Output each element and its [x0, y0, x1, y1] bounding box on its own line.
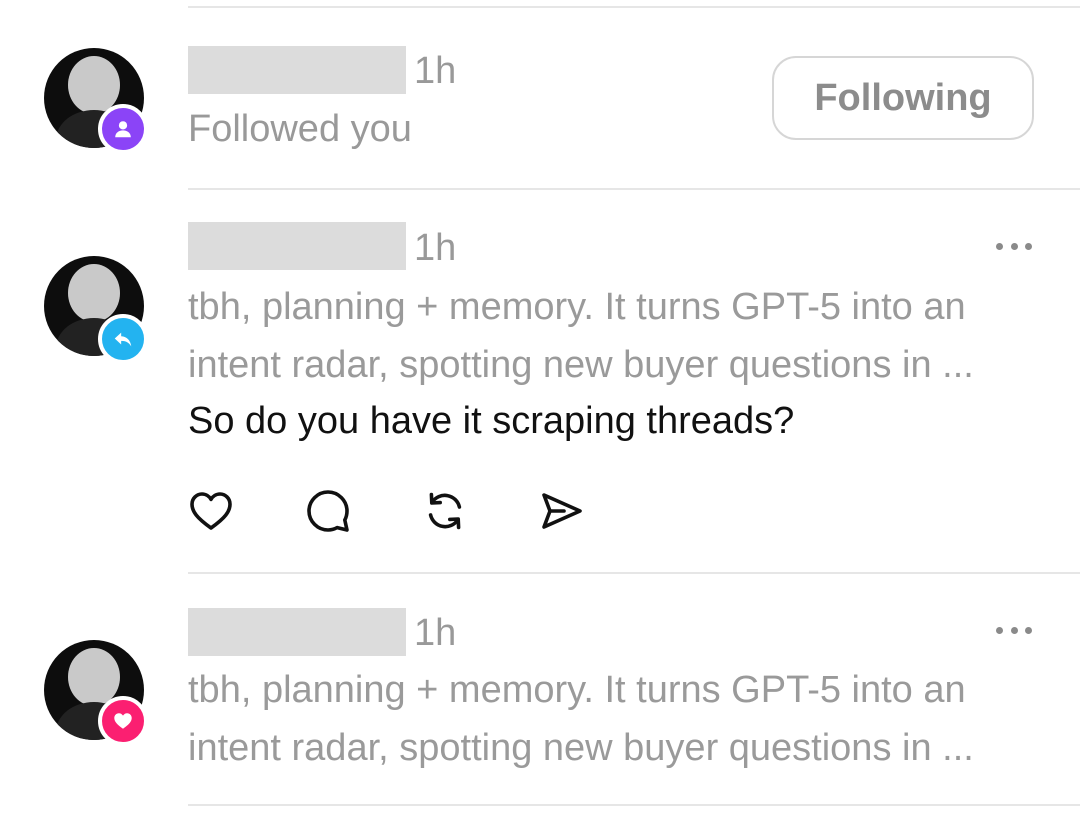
comment-icon: [307, 490, 349, 532]
reply-arrow-icon: [114, 332, 132, 347]
like-button[interactable]: [186, 486, 236, 536]
repost-button[interactable]: [420, 486, 470, 536]
username-redacted[interactable]: [188, 608, 406, 656]
notification-text: Followed you: [188, 108, 412, 150]
repost-icon: [428, 492, 462, 530]
username-redacted[interactable]: [188, 46, 406, 94]
divider: [188, 6, 1080, 8]
follow-badge: [98, 104, 148, 154]
preview-line: intent radar, spotting new buyer questio…: [188, 727, 974, 769]
timestamp: 1h: [414, 612, 457, 654]
preview-line: intent radar, spotting new buyer questio…: [188, 344, 974, 386]
more-options-icon[interactable]: [996, 240, 1032, 252]
timestamp: 1h: [414, 50, 457, 92]
person-icon: [115, 121, 131, 138]
heart-icon: [114, 713, 132, 729]
divider: [188, 804, 1080, 806]
original-post-preview[interactable]: tbh, planning + memory. It turns GPT-5 i…: [188, 661, 1048, 777]
original-post-preview[interactable]: tbh, planning + memory. It turns GPT-5 i…: [188, 278, 1048, 394]
following-button[interactable]: Following: [772, 56, 1034, 140]
divider: [188, 572, 1080, 574]
reply-badge: [98, 314, 148, 364]
reply-text: So do you have it scraping threads?: [188, 400, 795, 442]
heart-icon: [190, 492, 232, 530]
like-badge: [98, 696, 148, 746]
preview-line: tbh, planning + memory. It turns GPT-5 i…: [188, 669, 966, 711]
more-options-icon[interactable]: [996, 624, 1032, 636]
timestamp: 1h: [414, 227, 457, 269]
share-icon: [542, 493, 582, 529]
divider: [188, 188, 1080, 190]
share-button[interactable]: [536, 486, 586, 536]
preview-line: tbh, planning + memory. It turns GPT-5 i…: [188, 286, 966, 328]
comment-button[interactable]: [303, 486, 353, 536]
username-redacted[interactable]: [188, 222, 406, 270]
